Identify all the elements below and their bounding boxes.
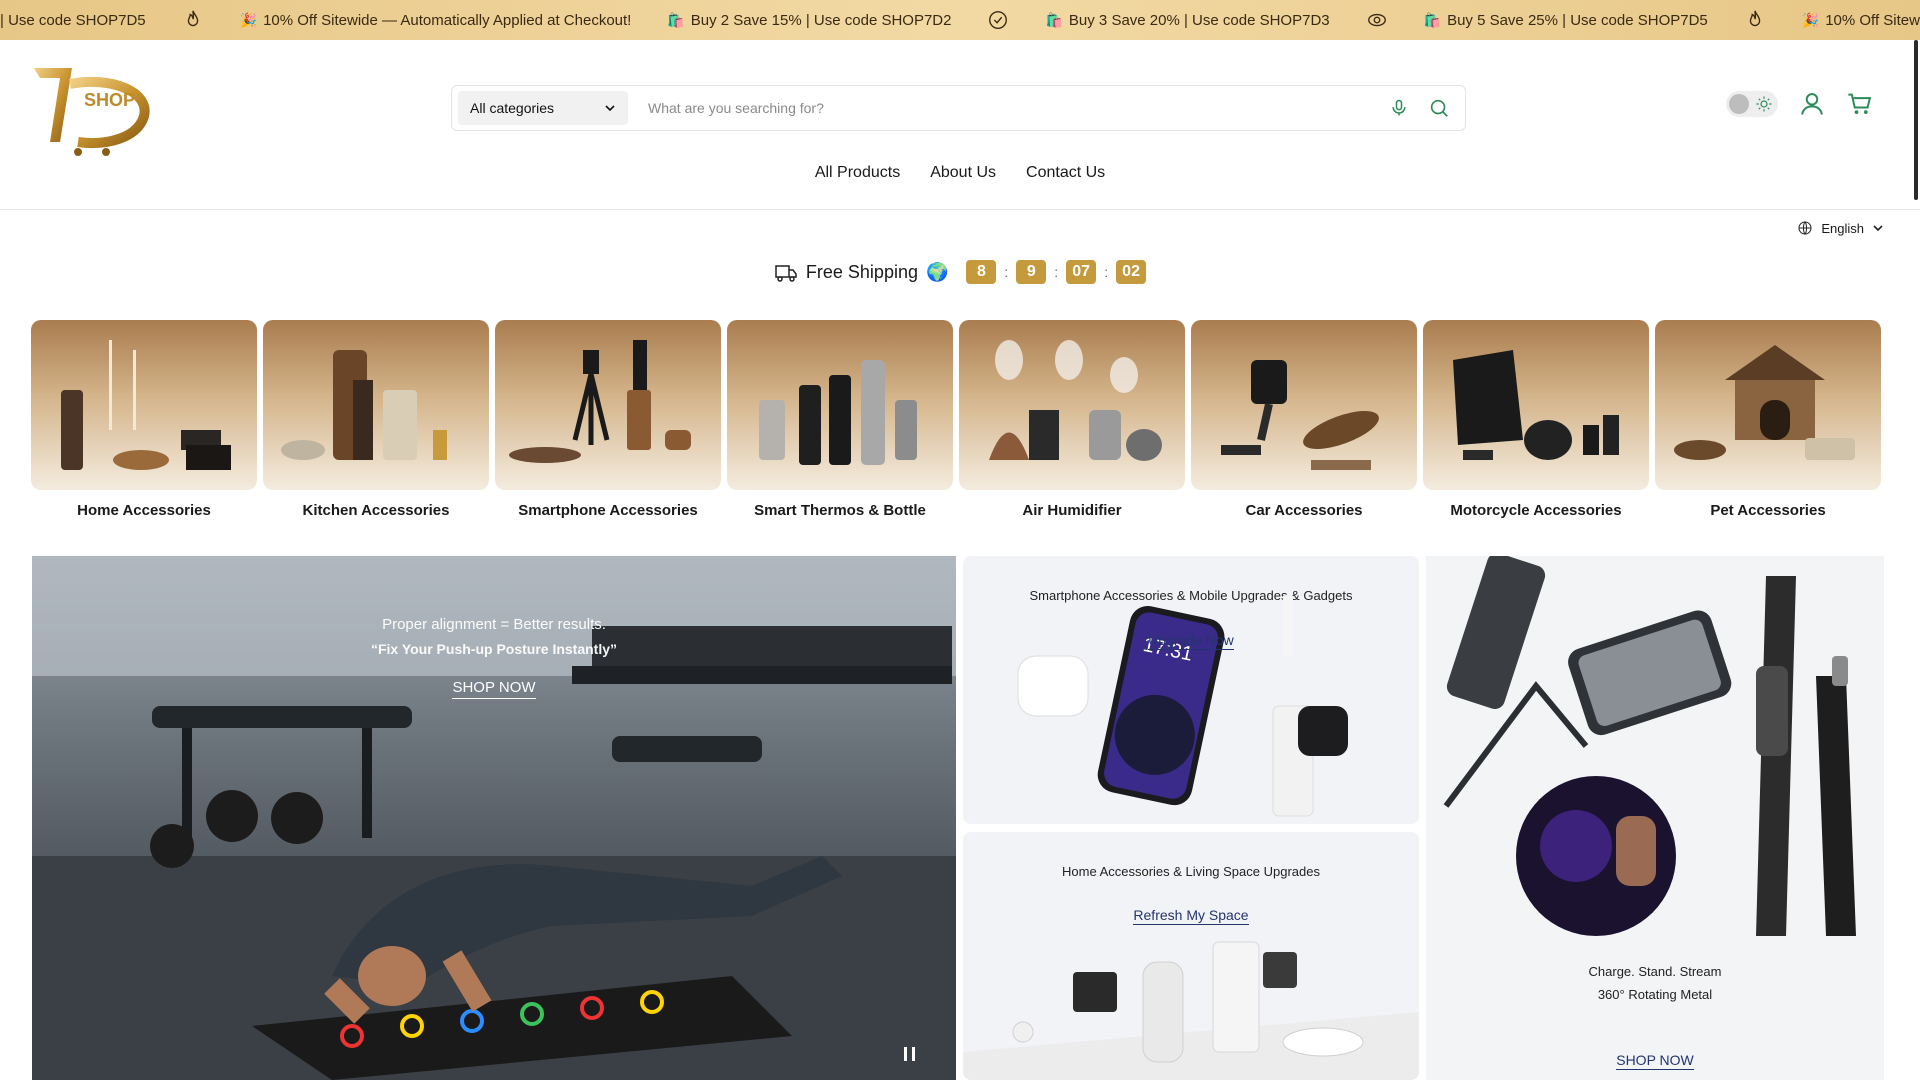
category-card-pet[interactable]: Pet Accessories (1655, 320, 1881, 519)
svg-text:SHOP: SHOP (84, 90, 135, 110)
hero-shop-now-button[interactable]: SHOP NOW (452, 679, 536, 699)
category-image (31, 320, 257, 490)
cart-icon[interactable] (1846, 90, 1874, 118)
category-card-home[interactable]: Home Accessories (31, 320, 257, 519)
category-grid: Home Accessories Kitchen Accessories Sma… (31, 320, 1881, 519)
sun-icon (1756, 96, 1772, 112)
globe-icon (1798, 221, 1812, 235)
search-input[interactable] (628, 91, 1379, 125)
category-card-humidifier[interactable]: Air Humidifier (959, 320, 1185, 519)
eye-scan-icon (1366, 9, 1388, 31)
category-image (495, 320, 721, 490)
header-actions (1726, 90, 1874, 118)
category-select[interactable]: All categories (458, 91, 628, 125)
home-living-banner[interactable]: Home Accessories & Living Space Upgrades… (963, 832, 1419, 1080)
countdown-days: 8 (966, 260, 997, 284)
nav-contact-us[interactable]: Contact Us (1026, 164, 1105, 182)
hero-text: Proper alignment = Better results. “Fix … (32, 616, 956, 699)
search-icon[interactable] (1427, 96, 1451, 120)
nav-about-us[interactable]: About Us (930, 164, 996, 182)
globe-emoji: 🌍 (925, 261, 949, 282)
smartphone-image: 17:31 (1017, 596, 1348, 817)
category-image (959, 320, 1185, 490)
category-card-smartphone[interactable]: Smartphone Accessories (495, 320, 721, 519)
shop-now-button[interactable]: SHOP NOW (1426, 1052, 1884, 1070)
theme-toggle[interactable] (1726, 91, 1778, 117)
caption-line2: 360° Rotating Metal (1597, 987, 1713, 1002)
countdown-minutes: 07 (1066, 260, 1097, 284)
chevron-down-icon (1873, 225, 1883, 232)
category-card-kitchen[interactable]: Kitchen Accessories (263, 320, 489, 519)
caption-line1: Charge. Stand. Stream (1588, 964, 1722, 979)
chevron-down-icon (605, 105, 615, 112)
countdown-seconds: 02 (1116, 260, 1147, 284)
hero-line1: Proper alignment = Better results. (382, 616, 606, 633)
free-shipping-countdown: Free Shipping 🌍 8 : 9 : 07 : 02 (0, 260, 1920, 284)
announcement-item[interactable]: 🛍️ Buy 5 Save 25% | Use code SHOP7D5 (1424, 12, 1708, 29)
home-gadgets-image (963, 941, 1419, 1080)
site-header: SHOP All categories All Products About U… (0, 40, 1920, 210)
scrollbar[interactable] (1914, 40, 1918, 200)
category-image (1655, 320, 1881, 490)
category-image (1191, 320, 1417, 490)
announcement-item[interactable]: 🛍️ Buy 2 Save 15% | Use code SHOP7D2 (667, 12, 951, 29)
toggle-knob (1729, 94, 1749, 114)
language-label: English (1821, 220, 1864, 236)
shop-logo[interactable]: SHOP (32, 62, 156, 158)
category-card-car[interactable]: Car Accessories (1191, 320, 1417, 519)
account-icon[interactable] (1798, 90, 1826, 118)
hero-line2: “Fix Your Push-up Posture Instantly” (370, 641, 618, 657)
flame-icon (182, 9, 204, 31)
refresh-my-space-link[interactable]: Refresh My Space (963, 907, 1419, 925)
countdown-hours: 9 (1016, 260, 1047, 284)
announcement-item[interactable]: 🎉 10% Off Sitewide — Automatically Applie… (240, 12, 632, 29)
verified-badge-icon (987, 9, 1009, 31)
microphone-icon[interactable] (1387, 96, 1411, 120)
banner-caption: Charge. Stand. Stream 360° Rotating Meta… (1426, 964, 1884, 1002)
category-card-thermos[interactable]: Smart Thermos & Bottle (727, 320, 953, 519)
pause-icon[interactable] (900, 1044, 920, 1064)
category-image (263, 320, 489, 490)
announcement-item[interactable]: | Use code SHOP7D5 (0, 12, 146, 29)
category-image (1423, 320, 1649, 490)
smartphone-banner[interactable]: Smartphone Accessories & Mobile Upgrades… (963, 556, 1419, 824)
category-card-motorcycle[interactable]: Motorcycle Accessories (1423, 320, 1649, 519)
announcement-bar: | Use code SHOP7D5 🎉 10% Off Sitewide — A… (0, 0, 1920, 40)
flame-icon (1744, 9, 1766, 31)
upgrade-now-link[interactable]: Upgrade Now (963, 632, 1419, 650)
search-bar: All categories (451, 85, 1466, 131)
announcement-item[interactable]: 🛍️ Buy 3 Save 20% | Use code SHOP7D3 (1045, 12, 1329, 29)
pushup-hero-banner[interactable]: Proper alignment = Better results. “Fix … (32, 556, 956, 1080)
phone-stand-cable-banner[interactable]: Charge. Stand. Stream 360° Rotating Meta… (1426, 556, 1884, 1080)
announcement-item[interactable]: 🎉10% Off Sitewide (1802, 12, 1920, 29)
main-nav: All Products About Us Contact Us (0, 164, 1920, 182)
countdown-label: Free Shipping (805, 261, 918, 282)
banner-title: Home Accessories & Living Space Upgrades (1062, 864, 1320, 879)
nav-all-products[interactable]: All Products (815, 164, 900, 182)
category-image (727, 320, 953, 490)
delivery-truck-icon (775, 265, 797, 282)
language-selector[interactable]: English (1797, 220, 1884, 236)
